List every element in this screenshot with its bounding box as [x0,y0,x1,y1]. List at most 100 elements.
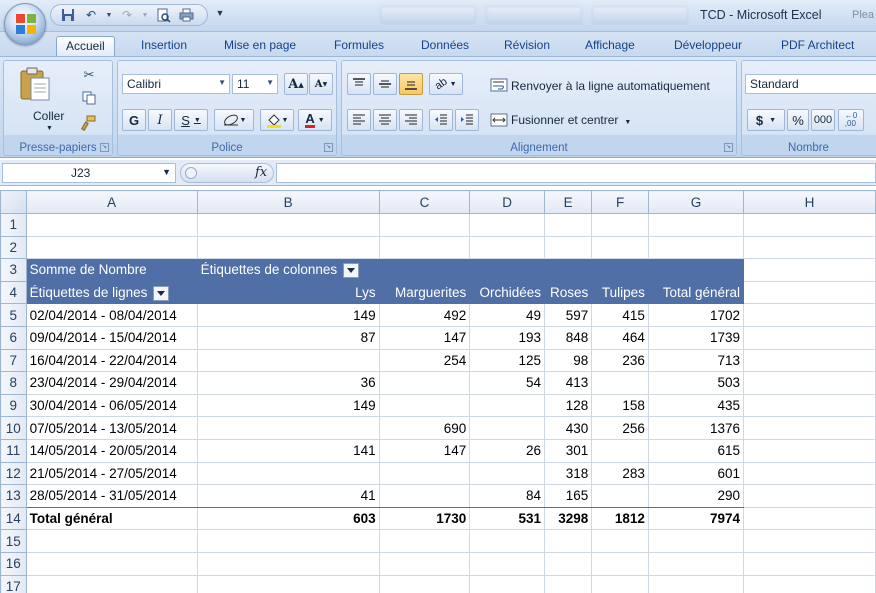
cell[interactable] [469,551,546,576]
cell[interactable] [743,280,876,305]
cell[interactable] [743,235,876,260]
cell[interactable] [743,325,876,350]
pivot-row-label[interactable]: 16/04/2014 - 22/04/2014 [25,348,198,373]
pivot-value-cell[interactable]: 147 [378,325,471,350]
pivot-grand-total-cell[interactable]: 1812 [591,506,649,531]
copy-icon[interactable] [80,91,98,107]
row-header[interactable]: 17 [0,574,27,593]
align-bottom-button[interactable] [399,73,423,95]
row-header[interactable]: 8 [0,371,27,395]
pivot-value-cell[interactable]: 149 [196,393,380,418]
pivot-header-cell[interactable] [469,258,546,282]
cell[interactable] [647,213,745,237]
wrap-text-icon[interactable] [490,78,508,95]
cell[interactable] [591,529,649,553]
pivot-value-cell[interactable] [469,416,546,440]
pivot-column-header[interactable]: Lys [196,280,380,305]
borders-button[interactable]: ▼ [214,109,254,131]
quick-print-icon[interactable] [177,7,195,23]
align-middle-button[interactable] [373,73,397,95]
pivot-value-cell[interactable]: 41 [196,484,380,508]
underline-button[interactable]: S ▼ [174,109,208,131]
pivot-value-cell[interactable]: 435 [647,393,745,418]
pivot-grand-total-cell[interactable]: 3298 [544,506,593,531]
cell[interactable] [743,393,876,418]
column-header-f[interactable]: F [591,190,649,214]
cell[interactable] [591,235,649,260]
pivot-value-cell[interactable]: 36 [196,371,380,395]
cell[interactable] [743,348,876,373]
row-header[interactable]: 4 [0,280,27,305]
italic-button[interactable]: I [148,109,172,131]
pivot-value-cell[interactable]: 1739 [647,325,745,350]
pivot-value-cell[interactable]: 54 [469,371,546,395]
row-header[interactable]: 12 [0,461,27,486]
cell[interactable] [591,551,649,576]
align-top-button[interactable] [347,73,371,95]
pivot-column-labels-filter[interactable]: Étiquettes de colonnes [196,258,380,282]
cell[interactable] [591,574,649,593]
print-preview-icon[interactable] [154,7,172,23]
cell[interactable] [469,213,546,237]
pivot-column-header[interactable]: Roses [544,280,593,305]
pivot-value-cell[interactable] [591,438,649,463]
row-header[interactable]: 5 [0,303,27,327]
pivot-value-cell[interactable] [196,348,380,373]
cell[interactable] [25,574,198,593]
pivot-value-cell[interactable]: 318 [544,461,593,486]
pivot-value-cell[interactable]: 149 [196,303,380,327]
tab-formules[interactable]: Formules [334,36,384,56]
pivot-value-cell[interactable] [469,461,546,486]
thousands-button[interactable]: 000 [811,109,835,131]
cell[interactable] [196,574,380,593]
cell[interactable] [743,461,876,486]
decrease-indent-button[interactable] [429,109,453,131]
pivot-value-cell[interactable]: 254 [378,348,471,373]
cell[interactable] [743,213,876,237]
formula-input[interactable] [276,163,876,183]
cell[interactable] [25,551,198,576]
pivot-value-cell[interactable]: 290 [647,484,745,508]
cell[interactable] [25,529,198,553]
pivot-value-cell[interactable]: 193 [469,325,546,350]
pivot-grand-total-cell[interactable]: 7974 [647,506,745,531]
pivot-grand-total-label[interactable]: Total général [25,506,198,531]
name-box[interactable]: J23 ▼ [2,163,176,183]
cell[interactable] [378,235,471,260]
column-header-c[interactable]: C [378,190,471,214]
row-header[interactable]: 15 [0,529,27,553]
number-format-select[interactable]: Standard [745,74,876,94]
paste-dropdown-icon[interactable]: ▼ [46,125,53,132]
pivot-value-cell[interactable]: 49 [469,303,546,327]
pivot-value-cell[interactable]: 415 [591,303,649,327]
increase-indent-button[interactable] [455,109,479,131]
tab-accueil[interactable]: Accueil [56,36,115,56]
pivot-values-label[interactable]: Somme de Nombre [25,258,198,282]
pivot-value-cell[interactable]: 236 [591,348,649,373]
cell[interactable] [544,213,593,237]
cell[interactable] [743,529,876,553]
format-painter-icon[interactable] [80,115,98,132]
cell[interactable] [469,574,546,593]
pivot-value-cell[interactable] [378,371,471,395]
pivot-value-cell[interactable]: 84 [469,484,546,508]
cell[interactable] [743,551,876,576]
pivot-row-label[interactable]: 09/04/2014 - 15/04/2014 [25,325,198,350]
cell[interactable] [25,235,198,260]
cell[interactable] [743,506,876,531]
row-header[interactable]: 6 [0,325,27,350]
filter-dropdown-icon[interactable] [343,262,360,278]
pivot-column-header[interactable]: Tulipes [591,280,649,305]
insert-function-icon[interactable]: fx [255,165,267,180]
pivot-grand-total-cell[interactable]: 1730 [378,506,471,531]
cell[interactable] [469,529,546,553]
row-header[interactable]: 10 [0,416,27,440]
pivot-value-cell[interactable]: 98 [544,348,593,373]
pivot-grand-total-cell[interactable]: 603 [196,506,380,531]
merge-center-button[interactable]: Fusionner et centrer ▼ [511,113,631,127]
cell[interactable] [743,574,876,593]
pivot-header-cell[interactable] [378,258,471,282]
pivot-value-cell[interactable] [378,461,471,486]
cell[interactable] [196,213,380,237]
cell[interactable] [378,529,471,553]
